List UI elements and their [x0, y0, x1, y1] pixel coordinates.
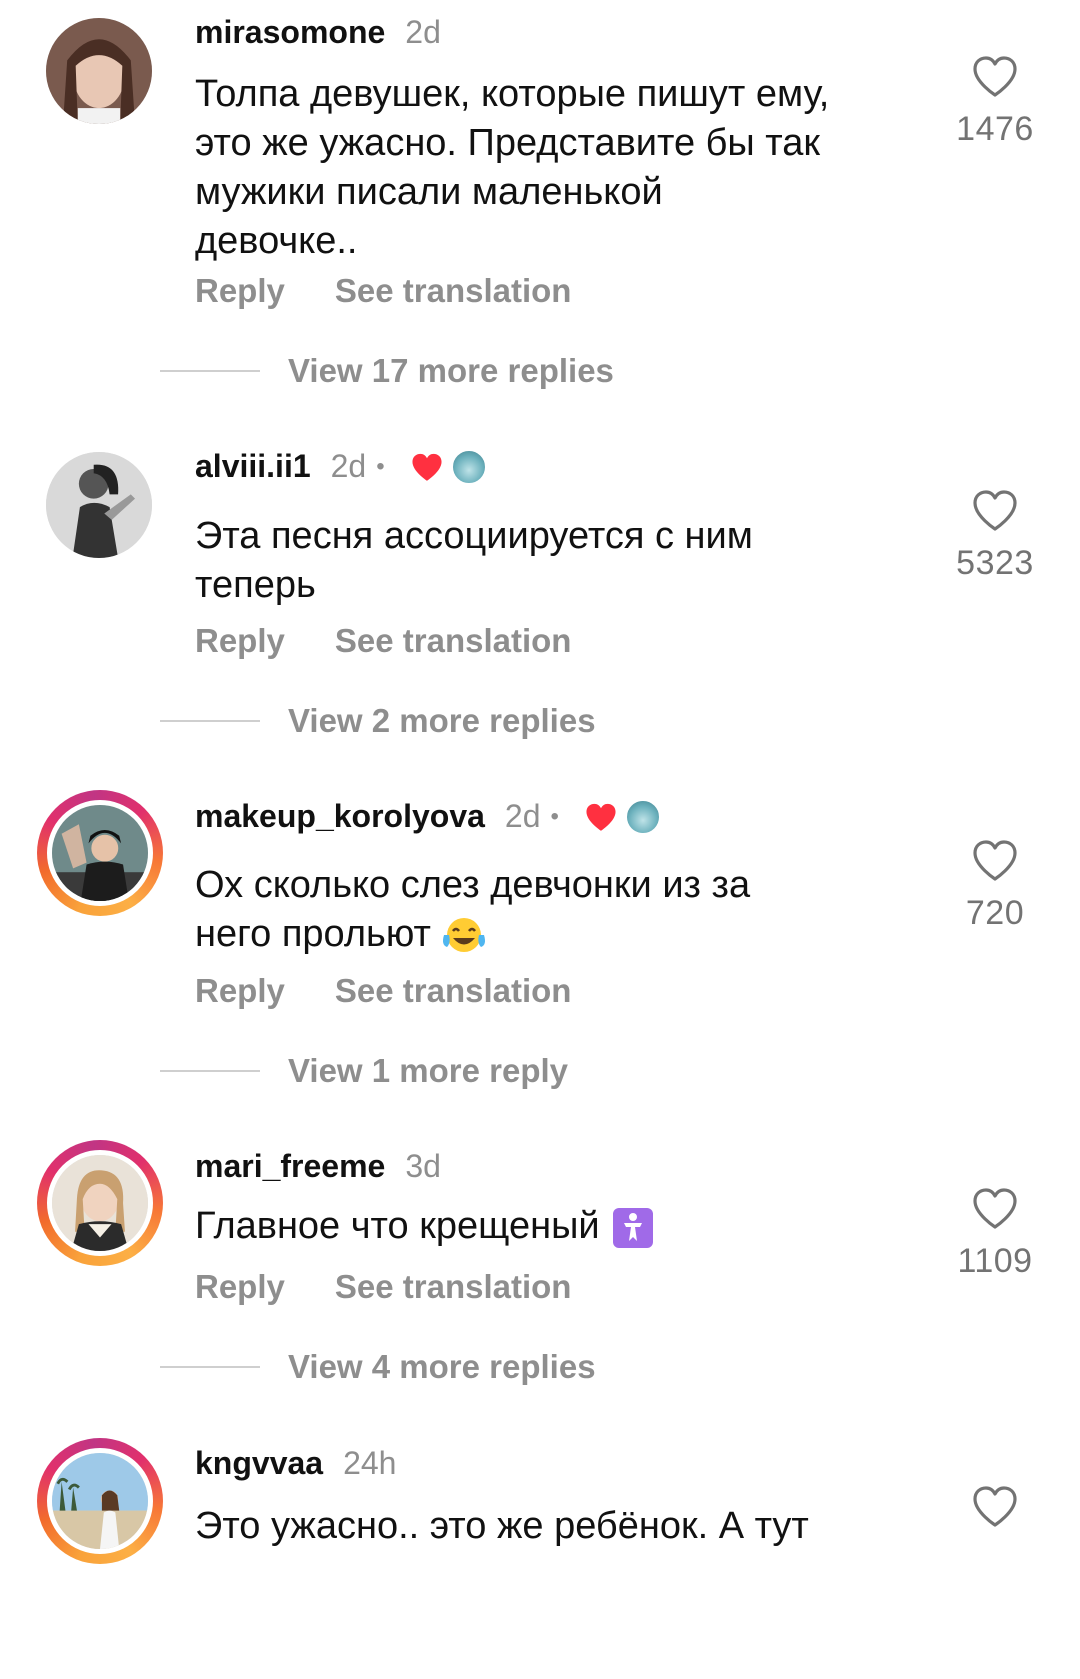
avatar-story-ring[interactable]	[37, 1140, 163, 1266]
username[interactable]: alviii.ii1	[195, 448, 311, 485]
comment-age: 2d	[330, 448, 367, 484]
see-translation-button[interactable]: See translation	[335, 1268, 572, 1306]
view-more-replies[interactable]: View 4 more replies	[160, 1348, 596, 1386]
comment-age: 2d	[504, 798, 541, 834]
avatar[interactable]	[46, 452, 152, 558]
reply-button[interactable]: Reply	[195, 622, 285, 660]
separator-dot: •	[550, 802, 559, 830]
comment-text: Толпа девушек, которые пишут ему, это же …	[195, 73, 830, 262]
username[interactable]: makeup_korolyova	[195, 798, 485, 835]
divider-line	[160, 370, 260, 372]
like-button[interactable]	[950, 1484, 1040, 1528]
heart-outline-icon	[973, 840, 1017, 881]
heart-outline-icon	[973, 490, 1017, 531]
avatar-story-ring[interactable]	[37, 790, 163, 916]
like-button[interactable]: 1476	[950, 54, 1040, 149]
comment-text: Эта песня ассоциируется с ним теперь	[195, 515, 753, 606]
comment-text: Главное что крещеный	[195, 1202, 915, 1251]
heart-filled-icon	[586, 803, 616, 831]
like-button[interactable]: 5323	[950, 488, 1040, 583]
view-more-replies[interactable]: View 1 more reply	[160, 1052, 568, 1090]
creator-avatar	[450, 448, 487, 485]
username[interactable]: mari_freeme	[195, 1148, 385, 1185]
heart-outline-icon	[973, 1486, 1017, 1527]
divider-line	[160, 720, 260, 722]
like-count: 1476	[956, 110, 1034, 148]
username[interactable]: mirasomone	[195, 14, 385, 51]
see-translation-button[interactable]: See translation	[335, 622, 572, 660]
see-translation-button[interactable]: See translation	[335, 972, 572, 1010]
like-button[interactable]: 720	[950, 838, 1040, 933]
comment-text: Ох сколько слез девчонки из за него прол…	[195, 864, 751, 955]
divider-line	[160, 1070, 260, 1072]
view-more-replies[interactable]: View 17 more replies	[160, 352, 614, 390]
username[interactable]: kngvvaa	[195, 1445, 323, 1482]
place-of-worship-emoji-icon	[613, 1207, 654, 1248]
like-count: 720	[965, 894, 1025, 932]
reply-button[interactable]: Reply	[195, 272, 285, 310]
reply-button[interactable]: Reply	[195, 972, 285, 1010]
like-button[interactable]: 1109	[950, 1186, 1040, 1281]
divider-line	[160, 1366, 260, 1368]
like-count: 1109	[957, 1242, 1033, 1280]
avatar-story-ring[interactable]	[37, 1438, 163, 1564]
creator-avatar	[624, 798, 661, 835]
heart-outline-icon	[973, 1188, 1017, 1229]
comment-age: 3d	[405, 1148, 441, 1184]
like-count: 5323	[956, 544, 1034, 582]
heart-filled-icon	[412, 453, 442, 481]
heart-outline-icon	[973, 56, 1017, 97]
comment-text: Это ужасно.. это же ребёнок. А тут	[195, 1505, 809, 1547]
comment-age: 2d	[405, 14, 441, 50]
avatar[interactable]	[46, 18, 152, 124]
reply-button[interactable]: Reply	[195, 1268, 285, 1306]
view-more-replies[interactable]: View 2 more replies	[160, 702, 596, 740]
separator-dot: •	[376, 452, 385, 480]
comment-age: 24h	[343, 1445, 397, 1481]
see-translation-button[interactable]: See translation	[335, 272, 572, 310]
tears-of-joy-emoji-icon	[443, 917, 486, 952]
